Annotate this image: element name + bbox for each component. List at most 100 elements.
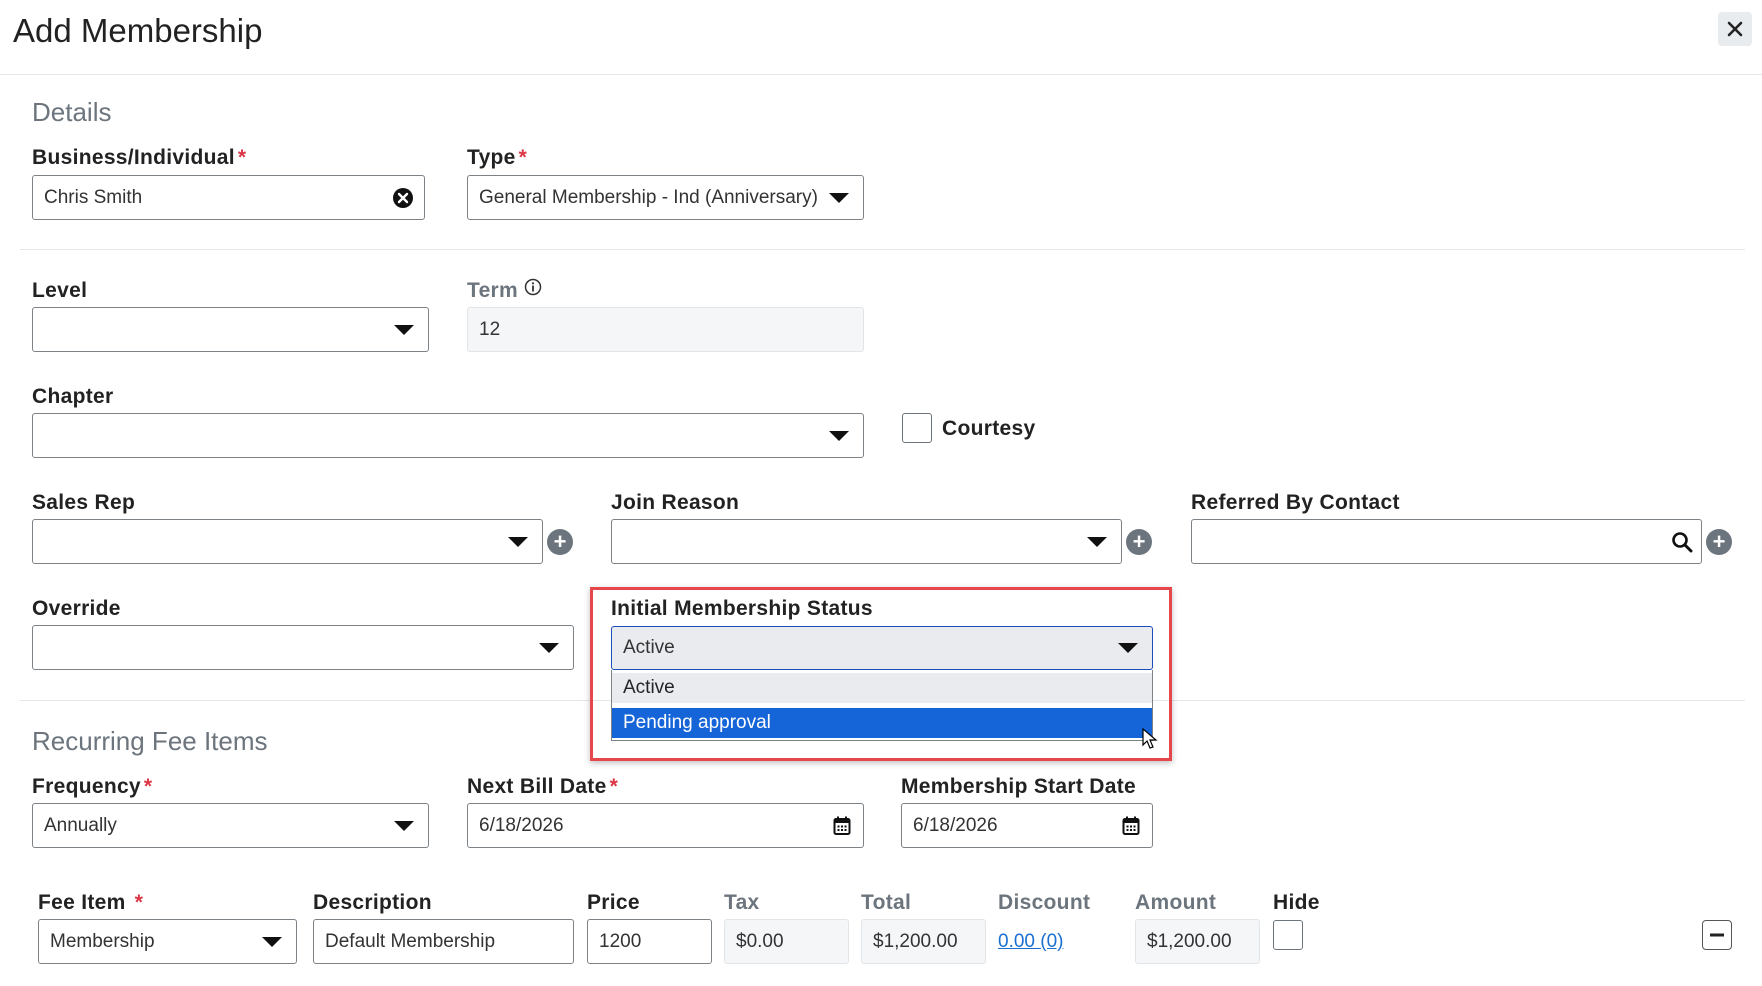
total-field: $1,200.00: [861, 919, 986, 964]
description-header: Description: [313, 891, 432, 914]
type-label: Type *: [467, 146, 527, 170]
next-bill-date-label-text: Next Bill Date: [467, 775, 607, 798]
chevron-down-icon: [1087, 536, 1107, 547]
hide-checkbox[interactable]: [1273, 920, 1303, 950]
close-button[interactable]: [1718, 12, 1752, 46]
frequency-value: Annually: [44, 814, 117, 836]
term-field: 12: [467, 307, 864, 352]
description-value: Default Membership: [325, 930, 496, 952]
amount-header: Amount: [1135, 891, 1217, 914]
business-label-text: Business/Individual: [32, 146, 235, 169]
add-referred-by-button[interactable]: +: [1706, 529, 1732, 555]
plus-icon: +: [1132, 529, 1146, 554]
amount-value: $1,200.00: [1147, 930, 1232, 952]
tax-value: $0.00: [736, 930, 784, 952]
chevron-down-icon: [508, 536, 528, 547]
clear-icon[interactable]: [392, 187, 414, 209]
search-icon[interactable]: [1671, 531, 1693, 553]
recurring-section-title: Recurring Fee Items: [32, 726, 268, 756]
type-value: General Membership - Ind (Anniversary): [479, 186, 818, 208]
override-label: Override: [32, 597, 121, 620]
level-select[interactable]: [32, 307, 429, 352]
initial-status-dropdown-list: Active Pending approval: [611, 670, 1153, 741]
business-field[interactable]: Chris Smith: [32, 175, 425, 220]
chevron-down-icon: [394, 324, 414, 335]
minus-icon: [1710, 933, 1724, 937]
discount-header: Discount: [998, 891, 1091, 914]
level-label: Level: [32, 279, 88, 302]
next-bill-date-label: Next Bill Date *: [467, 775, 618, 799]
start-date-field[interactable]: 6/18/2026: [901, 803, 1153, 848]
join-reason-select[interactable]: [611, 519, 1122, 564]
tax-header: Tax: [724, 891, 760, 914]
header-divider: [0, 74, 1762, 75]
price-value: 1200: [599, 930, 642, 952]
description-input[interactable]: Default Membership: [313, 919, 574, 964]
chevron-down-icon: [1118, 643, 1138, 653]
plus-icon: +: [1712, 529, 1726, 554]
chevron-down-icon: [539, 642, 559, 653]
hide-header: Hide: [1273, 891, 1320, 914]
courtesy-checkbox[interactable]: [902, 413, 932, 443]
sales-rep-label: Sales Rep: [32, 491, 136, 514]
remove-fee-item-button[interactable]: [1702, 920, 1732, 950]
dropdown-option-active[interactable]: Active: [612, 673, 1152, 703]
required-marker: *: [143, 775, 153, 798]
next-bill-date-field[interactable]: 6/18/2026: [467, 803, 864, 848]
initial-status-label: Initial Membership Status: [611, 597, 873, 620]
courtesy-label: Courtesy: [942, 417, 1036, 440]
term-label-text: Term: [467, 279, 518, 302]
amount-field: $1,200.00: [1135, 919, 1260, 964]
override-select[interactable]: [32, 625, 574, 670]
frequency-select[interactable]: Annually: [32, 803, 429, 848]
next-bill-date-value: 6/18/2026: [479, 814, 564, 836]
mouse-cursor-icon: [1142, 728, 1158, 749]
calendar-icon[interactable]: [1122, 816, 1140, 836]
fee-item-select[interactable]: Membership: [38, 919, 297, 964]
initial-status-select[interactable]: Active: [611, 626, 1153, 670]
term-label: Term: [467, 278, 542, 303]
term-value: 12: [479, 318, 501, 340]
referred-by-search[interactable]: [1191, 519, 1702, 564]
price-header: Price: [587, 891, 640, 914]
chevron-down-icon: [262, 936, 282, 947]
required-marker: *: [518, 146, 528, 169]
chevron-down-icon: [829, 430, 849, 441]
chevron-down-icon: [829, 192, 849, 203]
frequency-label-text: Frequency: [32, 775, 141, 798]
discount-link[interactable]: 0.00 (0): [998, 931, 1063, 953]
dropdown-option-pending-approval[interactable]: Pending approval: [612, 708, 1152, 738]
type-label-text: Type: [467, 146, 516, 169]
required-marker: *: [237, 146, 247, 169]
start-date-value: 6/18/2026: [913, 814, 998, 836]
join-reason-label: Join Reason: [611, 491, 740, 514]
type-select[interactable]: General Membership - Ind (Anniversary): [467, 175, 864, 220]
info-icon[interactable]: [524, 278, 542, 296]
business-label: Business/Individual *: [32, 146, 246, 170]
total-value: $1,200.00: [873, 930, 958, 952]
initial-status-value: Active: [623, 637, 675, 658]
fee-item-value: Membership: [50, 930, 155, 952]
tax-field: $0.00: [724, 919, 849, 964]
frequency-label: Frequency *: [32, 775, 152, 799]
referred-by-label: Referred By Contact: [1191, 491, 1400, 514]
dialog-title: Add Membership: [13, 12, 263, 49]
add-join-reason-button[interactable]: +: [1126, 529, 1152, 555]
plus-icon: +: [553, 529, 567, 554]
start-date-label: Membership Start Date: [901, 775, 1137, 798]
price-input[interactable]: 1200: [587, 919, 712, 964]
required-marker: *: [134, 891, 144, 914]
required-marker: *: [609, 775, 619, 798]
details-section-title: Details: [32, 97, 112, 127]
calendar-icon[interactable]: [833, 816, 851, 836]
total-header: Total: [861, 891, 912, 914]
sales-rep-select[interactable]: [32, 519, 543, 564]
chapter-label: Chapter: [32, 385, 114, 408]
close-icon: [1727, 21, 1743, 37]
business-value: Chris Smith: [44, 186, 143, 208]
chapter-select[interactable]: [32, 413, 864, 458]
chevron-down-icon: [394, 820, 414, 831]
fee-item-header: Fee Item *: [38, 891, 143, 915]
divider: [20, 249, 1745, 250]
add-sales-rep-button[interactable]: +: [547, 529, 573, 555]
